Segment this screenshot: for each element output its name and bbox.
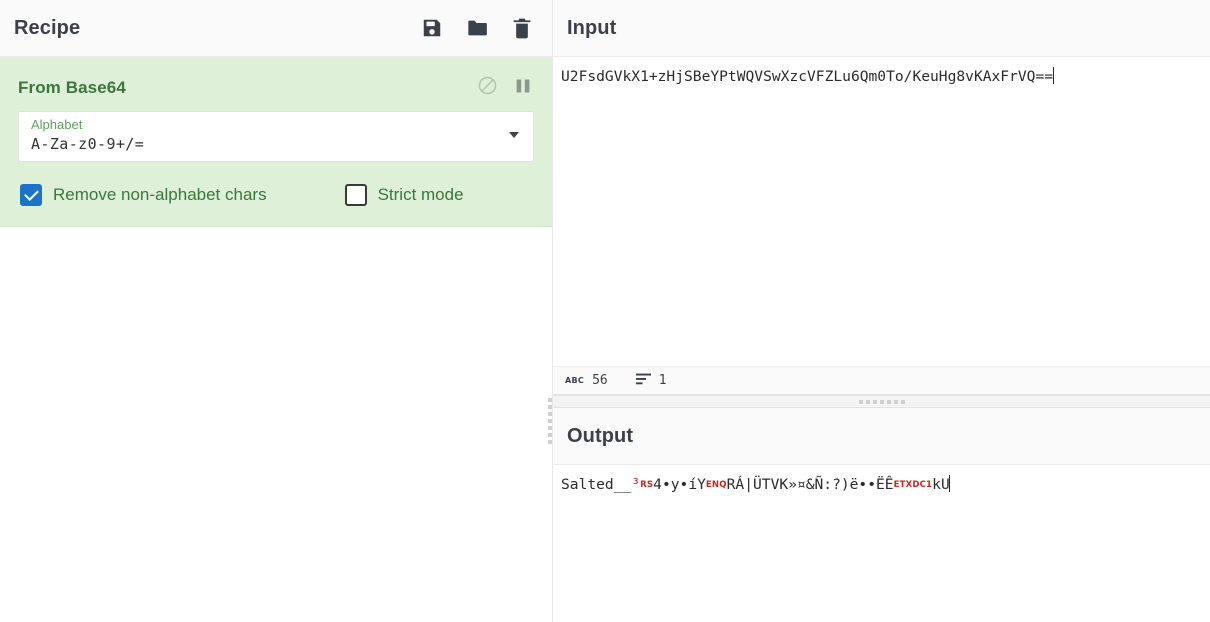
input-caret: [1052, 67, 1054, 84]
output-text: RÁ|ÜTVK»¤&Ñ:?)ë••ËÊ: [726, 476, 894, 493]
horizontal-splitter[interactable]: [553, 395, 1210, 408]
control-char-rs: RS: [640, 480, 654, 490]
grip-dot: [893, 399, 898, 404]
checkbox-box-checked[interactable]: [20, 184, 42, 206]
output-pane: Output Salted__³RS4•y•íYENQRÁ|ÜTVK»¤&Ñ:?…: [553, 408, 1210, 622]
grip-dot: [858, 399, 863, 404]
operation-title: From Base64: [18, 78, 126, 97]
horizontal-splitter-handle[interactable]: [858, 399, 905, 404]
grip-dot: [900, 399, 905, 404]
grip-dot: [547, 405, 552, 409]
load-recipe-button[interactable]: [465, 16, 489, 40]
io-column: Input U2FsdGVkX1+zHjSBeYPtWQVSwXzcVFZLu6…: [547, 0, 1210, 622]
grip-dot: [547, 426, 552, 430]
control-char-etx: ETX: [893, 480, 913, 490]
output-pane-title: Output: [567, 424, 634, 447]
alphabet-value: A-Za-z0-9+/=: [31, 135, 145, 153]
abc-icon: ABC: [565, 376, 585, 385]
breakpoint-pause-button[interactable]: [512, 77, 534, 99]
output-text-line: Salted__³RS4•y•íYENQRÁ|ÜTVK»¤&Ñ:?)ë••ËÊE…: [561, 474, 1202, 497]
recipe-operation-from-base64[interactable]: From Base64 Alphabet A-Za-z0-9+/= Remove…: [0, 57, 552, 227]
operation-checkbox-row: Remove non-alphabet chars Strict mode: [0, 162, 552, 206]
lines-icon: [635, 372, 651, 390]
alphabet-field[interactable]: Alphabet A-Za-z0-9+/=: [18, 111, 534, 162]
strict-mode-label: Strict mode: [377, 185, 464, 204]
output-caret: [949, 475, 951, 492]
save-icon: [421, 17, 443, 39]
circle-slash-icon: [477, 75, 498, 101]
operation-icon-group: [476, 75, 534, 101]
grip-dot: [886, 399, 891, 404]
pause-icon: [514, 77, 532, 100]
input-pane-title: Input: [567, 16, 617, 39]
disable-operation-button[interactable]: [476, 75, 498, 101]
input-pane: Input U2FsdGVkX1+zHjSBeYPtWQVSwXzcVFZLu6…: [553, 0, 1210, 395]
grip-dot: [879, 399, 884, 404]
vertical-splitter-handle[interactable]: [546, 395, 553, 447]
grip-dot: [547, 419, 552, 423]
recipe-pane: Recipe From Base64 Alphabet A-Za-z0-9+/=…: [0, 0, 553, 622]
checkbox-box-unchecked[interactable]: [344, 184, 367, 206]
cyberchef-app: Recipe From Base64 Alphabet A-Za-z0-9+/=…: [0, 0, 1210, 622]
output-text: Salted__: [561, 476, 632, 493]
output-editor[interactable]: Salted__³RS4•y•íYENQRÁ|ÜTVK»¤&Ñ:?)ë••ËÊE…: [553, 465, 1210, 622]
recipe-title-controls: [420, 16, 534, 40]
alphabet-label: Alphabet: [31, 117, 83, 132]
recipe-pane-title: Recipe: [14, 16, 81, 39]
chevron-down-icon[interactable]: [509, 132, 519, 138]
recipe-operation-list[interactable]: From Base64 Alphabet A-Za-z0-9+/= Remove…: [0, 57, 552, 622]
input-lines-value: 1: [658, 373, 667, 388]
grip-dot: [547, 440, 552, 444]
grip-dot: [865, 399, 870, 404]
output-text-red: ³: [631, 476, 641, 493]
control-char-dc1: DC1: [912, 480, 933, 490]
remove-non-alphabet-chars-checkbox[interactable]: Remove non-alphabet chars: [20, 184, 267, 206]
grip-dot: [547, 398, 552, 402]
grip-dot: [547, 433, 552, 437]
output-text: kU: [932, 476, 950, 493]
output-text: 4•y•íY: [653, 476, 706, 493]
input-title-bar: Input: [553, 0, 1210, 57]
grip-dot: [547, 412, 552, 416]
input-length-value: 56: [592, 373, 608, 388]
operation-header: From Base64: [0, 57, 552, 111]
grip-dot: [872, 399, 877, 404]
recipe-title-bar: Recipe: [0, 0, 552, 57]
input-editor[interactable]: U2FsdGVkX1+zHjSBeYPtWQVSwXzcVFZLu6Qm0To/…: [553, 57, 1210, 366]
strict-mode-checkbox[interactable]: Strict mode: [344, 184, 464, 206]
remove-non-alphabet-chars-label: Remove non-alphabet chars: [53, 185, 267, 204]
input-text-line: U2FsdGVkX1+zHjSBeYPtWQVSwXzcVFZLu6Qm0To/…: [561, 66, 1202, 87]
output-title-bar: Output: [553, 408, 1210, 465]
check-icon: [23, 186, 39, 202]
input-lines-status[interactable]: 1: [635, 372, 667, 390]
control-char-enq: ENQ: [705, 480, 727, 490]
input-value: U2FsdGVkX1+zHjSBeYPtWQVSwXzcVFZLu6Qm0To/…: [561, 68, 1054, 85]
clear-recipe-button[interactable]: [510, 16, 534, 40]
folder-icon: [466, 17, 489, 39]
input-length-status[interactable]: ABC 56: [565, 373, 608, 388]
save-recipe-button[interactable]: [420, 16, 444, 40]
trash-icon: [512, 17, 532, 40]
input-status-bar: ABC 56 1: [553, 366, 1210, 394]
